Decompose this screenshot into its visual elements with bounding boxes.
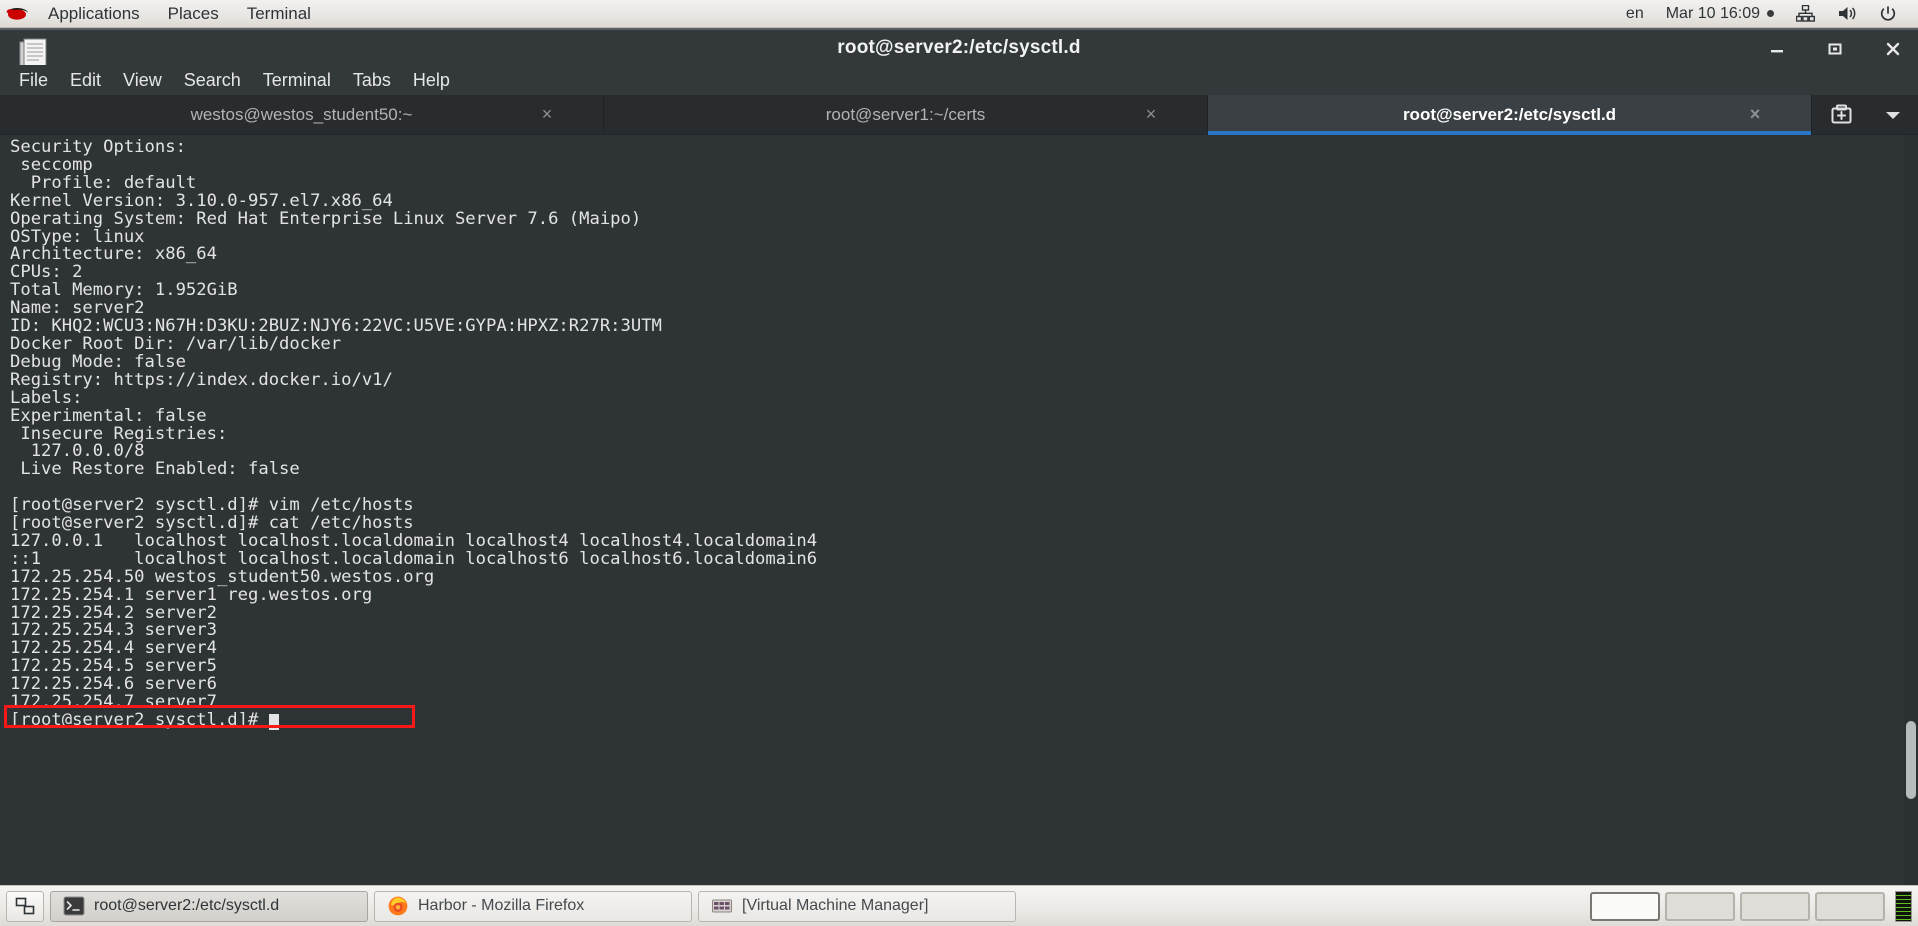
window-titlebar[interactable]: root@server2:/etc/sysctl.d [0, 28, 1918, 74]
terminal-cursor [268, 714, 279, 730]
maximize-icon[interactable] [1824, 38, 1846, 60]
tab-root-server2-sysctld[interactable]: root@server2:/etc/sysctl.d × [1208, 95, 1812, 135]
new-tab-icon[interactable] [1829, 103, 1854, 127]
taskbar: root@server2:/etc/sysctl.d Harbor - Mozi… [0, 885, 1918, 926]
system-monitor-icon[interactable] [1895, 890, 1912, 922]
panel-status-area: en Mar 10 16:09 [1615, 0, 1918, 28]
network-icon[interactable] [1785, 0, 1826, 28]
tab-close-icon[interactable]: × [1745, 105, 1765, 125]
firefox-icon [387, 895, 409, 917]
tab-label: root@server2:/etc/sysctl.d [1402, 104, 1617, 124]
tab-root-server1-certs[interactable]: root@server1:~/certs × [604, 95, 1208, 134]
panel-menu-places[interactable]: Places [154, 0, 233, 28]
recording-indicator-icon [1767, 10, 1774, 17]
tab-actions [1812, 95, 1918, 134]
window-controls [1766, 30, 1904, 67]
tab-close-icon[interactable]: × [1141, 105, 1161, 125]
clock-label: Mar 10 16:09 [1665, 4, 1760, 22]
workspace-3[interactable] [1740, 891, 1810, 921]
menu-terminal[interactable]: Terminal [252, 65, 342, 95]
taskbar-item-label: Harbor - Mozilla Firefox [418, 897, 585, 914]
volume-icon[interactable] [1826, 0, 1868, 28]
menu-tabs[interactable]: Tabs [342, 65, 402, 95]
power-icon[interactable] [1868, 0, 1908, 28]
workspace-1[interactable] [1590, 891, 1660, 921]
taskbar-item-terminal[interactable]: root@server2:/etc/sysctl.d [50, 890, 368, 922]
menu-view[interactable]: View [112, 65, 173, 95]
menu-edit[interactable]: Edit [59, 65, 112, 95]
menu-search[interactable]: Search [173, 65, 252, 95]
terminal-tabbar: westos@westos_student50:~ × root@server1… [0, 95, 1918, 135]
terminal-output-area[interactable]: Security Options: seccomp Profile: defau… [0, 135, 1918, 885]
terminal-window: root@server2:/etc/sysctl.d File Edit Vie… [0, 28, 1918, 885]
terminal-text: Security Options: seccomp Profile: defau… [10, 137, 818, 730]
chevron-down-icon[interactable] [1884, 109, 1902, 121]
redhat-logo-icon[interactable] [0, 5, 34, 23]
close-icon[interactable] [1882, 38, 1904, 60]
terminal-scrollbar-thumb[interactable] [1906, 721, 1916, 799]
show-desktop-icon[interactable] [6, 890, 44, 922]
workspace-4[interactable] [1815, 891, 1885, 921]
panel-menu-applications[interactable]: Applications [34, 0, 154, 28]
taskbar-item-label: [Virtual Machine Manager] [742, 897, 929, 914]
tab-westos-student50[interactable]: westos@westos_student50:~ × [0, 95, 604, 134]
panel-menu-terminal[interactable]: Terminal [233, 0, 325, 28]
terminal-icon [63, 895, 85, 917]
taskbar-item-label: root@server2:/etc/sysctl.d [94, 897, 280, 914]
tab-label: root@server1:~/certs [825, 104, 986, 124]
clock[interactable]: Mar 10 16:09 [1655, 0, 1785, 28]
menu-file[interactable]: File [8, 65, 59, 95]
gnome-top-panel: Applications Places Terminal en Mar 10 1… [0, 0, 1918, 28]
language-indicator[interactable]: en [1615, 0, 1655, 28]
window-title: root@server2:/etc/sysctl.d [837, 36, 1081, 58]
workspace-switcher [1590, 891, 1889, 921]
taskbar-item-vmm[interactable]: [Virtual Machine Manager] [698, 890, 1016, 922]
tab-label: westos@westos_student50:~ [190, 104, 413, 124]
vmm-icon [711, 895, 733, 917]
taskbar-item-firefox[interactable]: Harbor - Mozilla Firefox [374, 890, 692, 922]
menu-help[interactable]: Help [402, 65, 461, 95]
terminal-scrollbar[interactable] [1904, 135, 1918, 885]
minimize-icon[interactable] [1766, 38, 1788, 60]
menubar: File Edit View Search Terminal Tabs Help [0, 65, 1918, 95]
tab-close-icon[interactable]: × [537, 105, 557, 125]
workspace-2[interactable] [1665, 891, 1735, 921]
